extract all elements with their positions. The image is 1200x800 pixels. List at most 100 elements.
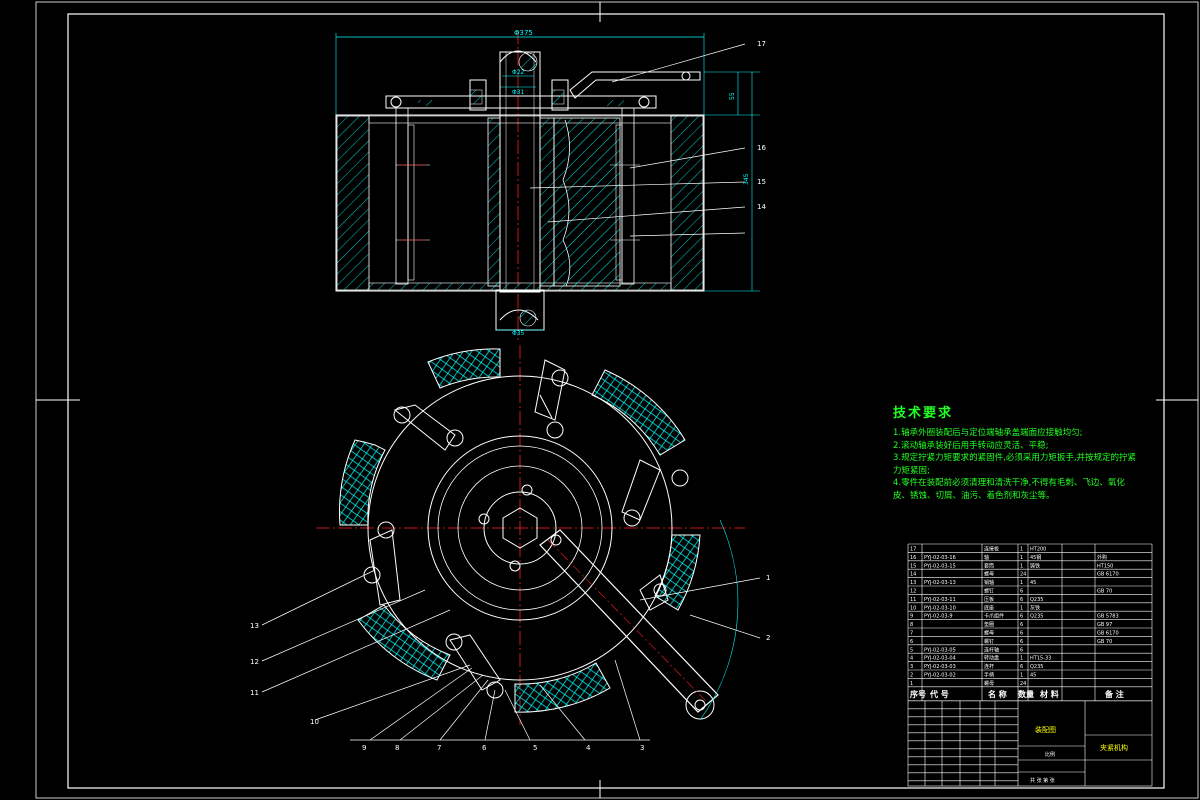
bom-cell: 24 (1020, 572, 1026, 578)
tech-line-1: 1.轴承外圈装配后与定位端轴承盖端面应接触均匀; (893, 428, 1083, 438)
bom-cell: 铸铁 (1030, 562, 1040, 569)
bom-header-cell: 材 料 (1040, 689, 1059, 699)
callout-9: 9 (362, 744, 366, 752)
bom-cell: 卡爪组件 (984, 613, 1004, 620)
callout-8: 8 (395, 744, 399, 752)
callout-15: 15 (757, 178, 766, 186)
bom-header-cell: 名 称 (988, 689, 1007, 699)
bom-cell: 24 (1020, 681, 1026, 687)
bom-cell: 6 (1020, 647, 1023, 653)
bom-cell: 螺母 (984, 630, 994, 637)
bom-cell: 灰铁 (1030, 604, 1040, 611)
bom-cell: 1 (1020, 555, 1023, 561)
bom-cell: 连接板 (984, 546, 999, 553)
bom-cell: 1 (1020, 580, 1023, 586)
bom-cell: PYJ-02-03-11 (924, 597, 956, 603)
bom-cell: 1 (910, 681, 913, 687)
bom-cell: 12 (910, 589, 916, 595)
bom-cell: 15 (910, 563, 916, 569)
bom-header-cell: 代 号 (929, 689, 949, 699)
bom-cell: PYJ-02-03-03 (924, 664, 956, 670)
bom-cell: 16 (910, 555, 916, 561)
bom-cell: 6 (1020, 622, 1023, 628)
callout-17: 17 (757, 40, 766, 48)
callout-5: 5 (533, 744, 537, 752)
tech-title: 技术要求 (893, 406, 954, 421)
dim-top-width: Φ375 (514, 29, 533, 37)
bom-table: 17 连接板 1 HT20016 PYJ-02-03-16 轴 1 45钢 外购15 PYJ-02… (907, 543, 1153, 787)
title-sheet: 共 张 第 张 (1030, 777, 1055, 784)
callout-4: 4 (586, 744, 591, 752)
bom-header-cell: 数量 (1018, 689, 1034, 699)
bom-cell: GB 5783 (1097, 614, 1119, 620)
bom-cell: 销轴 (984, 579, 994, 586)
bom-cell: 17 (910, 547, 916, 553)
bom-cell: Q235 (1030, 597, 1043, 603)
bom-cell: 1 (1020, 547, 1023, 553)
dim-upper-small: Φ22 (512, 69, 525, 76)
callout-6: 6 (482, 744, 487, 752)
bom-cell: 1 (1020, 673, 1023, 679)
tech-line-4: 4.零件在装配前必须清理和清洗干净,不得有毛刺、飞边、氧化皮、锈蚀、切屑、油污、… (893, 478, 1125, 501)
bom-cell: 6 (1020, 589, 1023, 595)
bom-cell: 底座 (984, 604, 994, 611)
bom-cell: 11 (910, 597, 916, 603)
bom-cell: 手柄 (984, 672, 994, 679)
bom-cell: GB 6170 (1097, 631, 1119, 637)
dim-upper-small2: Φ31 (512, 89, 525, 96)
bom-header-cell: 备 注 (1104, 689, 1124, 699)
bom-cell: 7 (910, 631, 913, 637)
bom-header-cell: 序号 (910, 689, 926, 699)
bom-cell: Q235 (1030, 664, 1043, 670)
bom-cell: 螺母 (984, 680, 994, 687)
bom-cell: 垫圈 (984, 621, 994, 628)
bom-cell: 外购 (1097, 554, 1107, 561)
bom-cell: GB 70 (1097, 589, 1112, 595)
bom-cell: 轴 (984, 554, 989, 561)
title-scale: 比例 (1045, 751, 1055, 758)
bom-cell: 套筒 (984, 562, 994, 569)
bom-cell: PYJ-02-03-15 (924, 563, 956, 569)
bom-cell: PYJ-02-03-10 (924, 605, 956, 611)
bom-cell: PYJ-02-03-13 (924, 580, 956, 586)
bom-cell: 1 (1020, 563, 1023, 569)
bom-cell: 2 (910, 673, 913, 679)
bom-cell: 连杆 (984, 663, 994, 670)
cad-drawing: Φ375 Φ22 Φ31 Φ35 55 345 17 16 15 14 1 2 … (35, 1, 1199, 799)
callout-16: 16 (757, 144, 766, 152)
dim-side-small: 55 (729, 92, 736, 100)
bom-cell: HT15-33 (1030, 656, 1051, 662)
bom-cell: PYJ-02-03-05 (924, 647, 956, 653)
bom-cell: GB 97 (1097, 622, 1112, 628)
bom-cell: 13 (910, 580, 916, 586)
plan-view: 1 2 13 12 11 10 9 8 7 6 5 4 3 (250, 345, 770, 752)
bom-cell: GB 70 (1097, 639, 1112, 645)
bom-cell: 6 (1020, 631, 1023, 637)
bom-cell: 10 (910, 605, 916, 611)
bom-cell: 45 (1030, 580, 1036, 586)
bom-cell: GB 6170 (1097, 572, 1119, 578)
bom-cell: 45钢 (1030, 554, 1041, 561)
bom-cell: 6 (1020, 614, 1023, 620)
bom-cell: 螺母 (984, 571, 994, 578)
bom-cell: 压板 (984, 596, 994, 603)
callout-12: 12 (250, 658, 259, 666)
callout-10: 10 (310, 718, 319, 726)
callout-11: 11 (250, 689, 259, 697)
bom-cell: 6 (1020, 597, 1023, 603)
bom-cell: 连杆轴 (984, 646, 999, 653)
section-view: Φ375 Φ22 Φ31 Φ35 55 345 17 16 15 14 (335, 29, 766, 340)
bom-cell: PYJ-02-03-04 (924, 656, 956, 662)
bom-cell: 4 (910, 656, 913, 662)
dim-bottom: Φ35 (512, 330, 525, 337)
tech-line-3: 3.规定拧紧力矩要求的紧固件,必须采用力矩扳手,并按规定的拧紧力矩紧固; (893, 453, 1137, 476)
callout-7: 7 (437, 744, 441, 752)
callout-13: 13 (250, 622, 259, 630)
bom-cell: HT150 (1097, 563, 1113, 569)
dim-side-height: 345 (743, 173, 750, 185)
bom-cell: 6 (910, 639, 913, 645)
bom-cell: 6 (1020, 664, 1023, 670)
title-drawing-name: 夹紧机构 (1100, 743, 1128, 752)
bom-cell: 9 (910, 614, 913, 620)
bom-cell: Q235 (1030, 614, 1043, 620)
